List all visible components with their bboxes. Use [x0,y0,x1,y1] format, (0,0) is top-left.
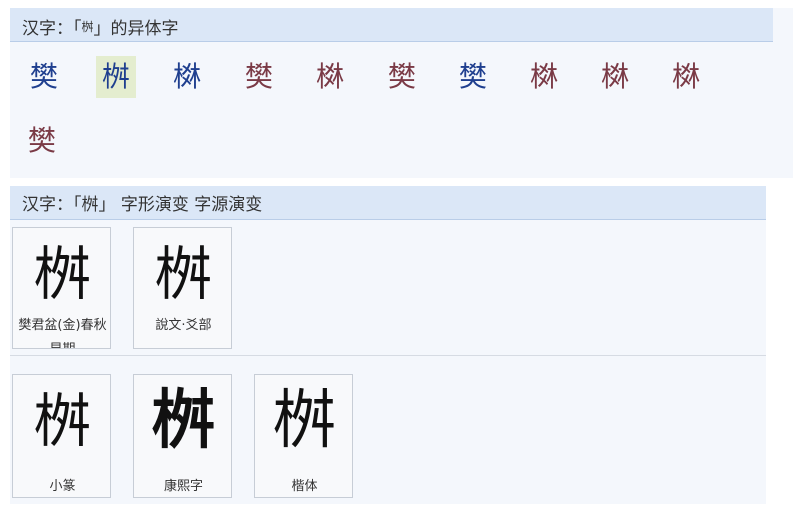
variant-char[interactable]: 棥 [524,56,564,98]
caption-seal: 小篆 [49,479,76,494]
variant-char[interactable]: 樊 [239,56,279,98]
glyph-card-seal[interactable]: 桝 小篆 [12,374,111,498]
variant-char[interactable]: 棥 [310,56,350,98]
variant-char[interactable]: 樊 [24,56,64,98]
variant-char[interactable]: 樊 [382,56,422,98]
variants-title-prefix: 汉字：「 [22,19,82,39]
evolution-title: 汉字：「桝」 字形演变 字源演变 [22,195,263,215]
caption-kangxi: 康熙字 [163,479,203,494]
evolution-panel: 汉字：「桝」 字形演变 字源演变 桝 樊君盆(金)春秋早期 桝 說文‧爻部 桝 … [10,186,766,504]
variant-char[interactable]: 棥 [167,56,207,98]
evolution-header: 汉字：「桝」 字形演变 字源演变 [10,186,766,220]
variant-char-selected[interactable]: 桝 [96,56,136,98]
variant-char[interactable]: 棥 [666,56,706,98]
variants-title-suffix: 」的异体字 [93,19,179,39]
caption-bronze: 樊君盆(金)春秋早期 [18,318,107,348]
glyph-shuowen: 桝 [154,240,213,308]
glyph-bronze: 桝 [33,240,92,308]
glyph-card-kangxi[interactable]: 桝 康熙字 [133,374,232,498]
variant-char[interactable]: 樊 [453,56,493,98]
glyph-kangxi: 桝 [151,384,216,458]
glyph-kaiti: 桝 [272,384,337,458]
row-divider [10,355,766,356]
glyph-card-kaiti[interactable]: 桝 楷体 [254,374,353,498]
variant-char[interactable]: 棥 [595,56,635,98]
variants-title-char: 桝 [81,20,94,34]
glyph-seal: 桝 [33,387,92,455]
variants-panel: 汉字：「桝」的异体字 樊 桝 棥 樊 棥 樊 樊 棥 棥 棥 樊 [10,8,793,178]
variants-header: 汉字：「桝」的异体字 [10,8,773,42]
glyph-card-shuowen[interactable]: 桝 說文‧爻部 [133,227,232,349]
glyph-card-bronze[interactable]: 桝 樊君盆(金)春秋早期 [12,227,111,349]
caption-shuowen: 說文‧爻部 [155,318,212,333]
caption-kaiti: 楷体 [291,479,318,494]
variant-char[interactable]: 樊 [22,120,62,162]
